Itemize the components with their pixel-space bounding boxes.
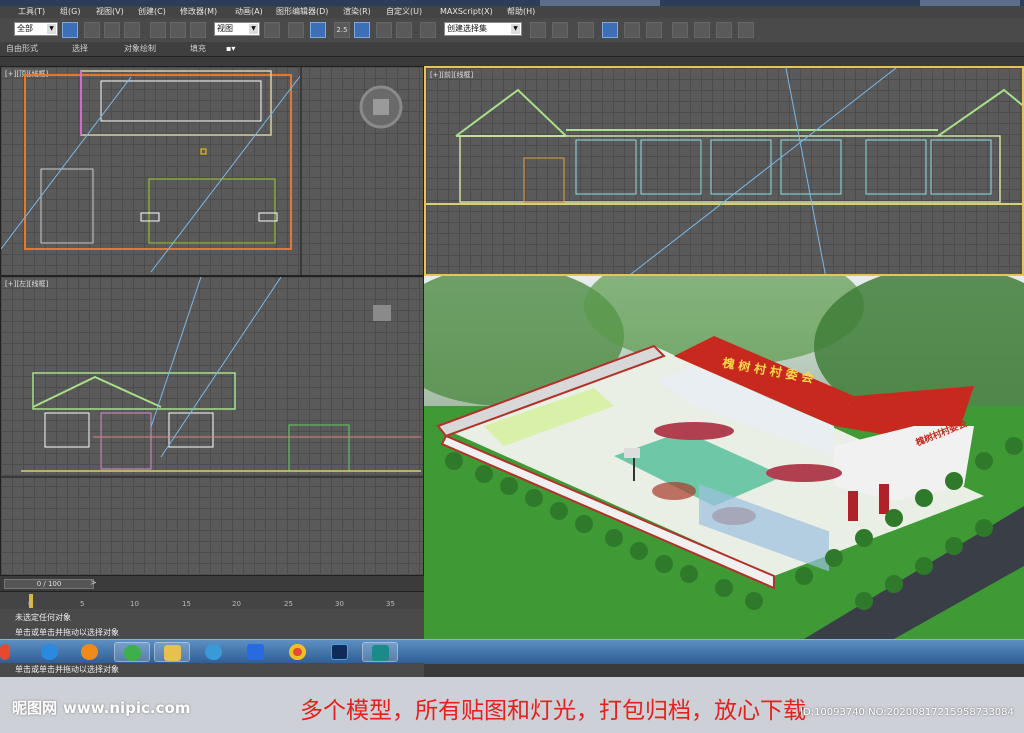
angle-snap-icon[interactable]: [354, 22, 370, 38]
menu-create[interactable]: 创建(C): [138, 6, 166, 18]
time-slider[interactable]: 0 / 100: [4, 579, 94, 589]
watermark-strip: 昵图网 www.nipic.com 多个模型，所有贴图和灯光，打包归档，放心下载 …: [0, 677, 1024, 733]
track-tick: 30: [335, 600, 344, 608]
time-slider-bar: 0 / 100 >: [0, 577, 424, 591]
rotate-icon[interactable]: [170, 22, 186, 38]
status-prompt-text: 单击或单击并拖动以选择对象: [15, 665, 119, 674]
chevron-down-icon: ▼: [249, 24, 258, 34]
taskbar-3dsmax-icon[interactable]: [362, 642, 398, 662]
window-crossing-icon[interactable]: [124, 22, 140, 38]
status-bar: 未选定任何对象 单击或单击并拖动以选择对象: [0, 609, 424, 639]
ribbon-tab-object-paint[interactable]: 对象绘制: [124, 42, 156, 56]
rect-selection-icon[interactable]: [104, 22, 120, 38]
render-frame-icon[interactable]: [716, 22, 732, 38]
taskbar-browser-icon[interactable]: [196, 642, 232, 662]
track-tick: 35: [386, 600, 395, 608]
taskbar-folder-icon[interactable]: [154, 642, 190, 662]
ribbon-tab-selection[interactable]: 选择: [72, 42, 88, 56]
edit-named-selection-icon[interactable]: [420, 22, 436, 38]
angle-snap-value: 2.5: [336, 26, 348, 34]
menu-rendering[interactable]: 渲染(R): [343, 6, 371, 18]
viewport-top[interactable]: [+][顶][线框]: [0, 66, 424, 276]
ribbon-tab-populate[interactable]: 填充: [190, 42, 206, 56]
windows-taskbar: [0, 639, 1024, 664]
main-toolbar: 全部 ▼ 视图 ▼ 2.5 创建选择集 ▼: [0, 18, 1024, 43]
top-wireframe: [1, 67, 403, 275]
status-prompt-secondary: 单击或单击并拖动以选择对象: [0, 663, 424, 677]
menu-customize[interactable]: 自定义(U): [386, 6, 422, 18]
ribbon-options-icon[interactable]: ▪▾: [226, 42, 235, 56]
promo-caption: 多个模型，所有贴图和灯光，打包归档，放心下载: [300, 698, 806, 724]
viewport-front[interactable]: [+][前][线框]: [424, 66, 1024, 276]
viewport-left[interactable]: [+][左][线框]: [0, 276, 424, 576]
named-selection-value: 创建选择集: [447, 24, 487, 33]
image-id: ID:10093740 NO:20200817215958733084: [800, 707, 1014, 718]
render-setup-icon[interactable]: [694, 22, 710, 38]
selection-filter-dropdown[interactable]: 全部 ▼: [14, 22, 58, 36]
layer-manager-icon[interactable]: [578, 22, 594, 38]
taskbar-photoshop-icon[interactable]: [322, 642, 358, 662]
menu-views[interactable]: 视图(V): [96, 6, 124, 18]
menu-graph-editors[interactable]: 图形编辑器(D): [276, 6, 328, 18]
menu-help[interactable]: 帮助(H): [507, 6, 535, 18]
time-next-icon[interactable]: >: [90, 578, 97, 587]
reference-coord-value: 视图: [217, 24, 233, 33]
keyboard-shortcut-icon[interactable]: [310, 22, 326, 38]
track-tick: 5: [80, 600, 85, 608]
menu-tools[interactable]: 工具(T): [18, 6, 45, 18]
selection-filter-value: 全部: [17, 24, 33, 33]
status-selection: 未选定任何对象: [15, 613, 71, 622]
ribbon-tab-freeform[interactable]: 自由形式: [6, 42, 38, 56]
taskbar-chrome-icon[interactable]: [280, 642, 316, 662]
percent-snap-icon[interactable]: [376, 22, 392, 38]
track-tick: 10: [130, 600, 139, 608]
track-bar[interactable]: 0 5 10 15 20 25 30 35: [0, 591, 424, 610]
scale-icon[interactable]: [190, 22, 206, 38]
site-logo-text: 昵图网: [12, 699, 58, 717]
track-tick: 20: [232, 600, 241, 608]
menu-animation[interactable]: 动画(A): [235, 6, 263, 18]
reference-coord-dropdown[interactable]: 视图 ▼: [214, 22, 260, 36]
move-icon[interactable]: [150, 22, 166, 38]
track-tick: 0: [28, 600, 33, 608]
site-url: www.nipic.com: [63, 699, 191, 717]
curve-editor-icon[interactable]: [624, 22, 640, 38]
select-object-icon[interactable]: [62, 22, 78, 38]
start-button[interactable]: [0, 642, 14, 662]
menu-maxscript[interactable]: MAXScript(X): [440, 6, 493, 18]
material-editor-icon[interactable]: [672, 22, 688, 38]
chevron-down-icon: ▼: [47, 24, 56, 34]
village-committee-render: [424, 276, 1024, 639]
ribbon-tabs: 自由形式 选择 对象绘制 填充 ▪▾: [0, 42, 1024, 57]
snap-toggle-icon[interactable]: 2.5: [334, 22, 350, 38]
spinner-snap-icon[interactable]: [396, 22, 412, 38]
select-by-name-icon[interactable]: [84, 22, 100, 38]
track-tick: 15: [182, 600, 191, 608]
status-prompt: 单击或单击并拖动以选择对象: [15, 628, 119, 637]
track-tick: 25: [284, 600, 293, 608]
mirror-icon[interactable]: [530, 22, 546, 38]
select-manipulate-icon[interactable]: [288, 22, 304, 38]
ribbon-toggle-icon[interactable]: [602, 22, 618, 38]
chevron-down-icon: ▼: [511, 24, 520, 34]
left-wireframe: [1, 277, 423, 478]
pivot-icon[interactable]: [264, 22, 280, 38]
named-selection-dropdown[interactable]: 创建选择集 ▼: [444, 22, 522, 36]
taskbar-ie-icon[interactable]: [114, 642, 150, 662]
viewport-perspective-render[interactable]: 槐树村村委会 槐树村村委会: [424, 276, 1024, 639]
align-icon[interactable]: [552, 22, 568, 38]
render-production-icon[interactable]: [738, 22, 754, 38]
menu-modifiers[interactable]: 修改器(M): [180, 6, 217, 18]
time-slider-value: 0 / 100: [36, 580, 62, 588]
taskbar-ie-icon[interactable]: [32, 642, 68, 662]
taskbar-media-player-icon[interactable]: [72, 642, 108, 662]
menu-group[interactable]: 组(G): [60, 6, 80, 18]
front-wireframe: [426, 68, 1022, 274]
taskbar-wps-icon[interactable]: [238, 642, 274, 662]
schematic-view-icon[interactable]: [646, 22, 662, 38]
site-logo: 昵图网 www.nipic.com: [12, 697, 190, 718]
